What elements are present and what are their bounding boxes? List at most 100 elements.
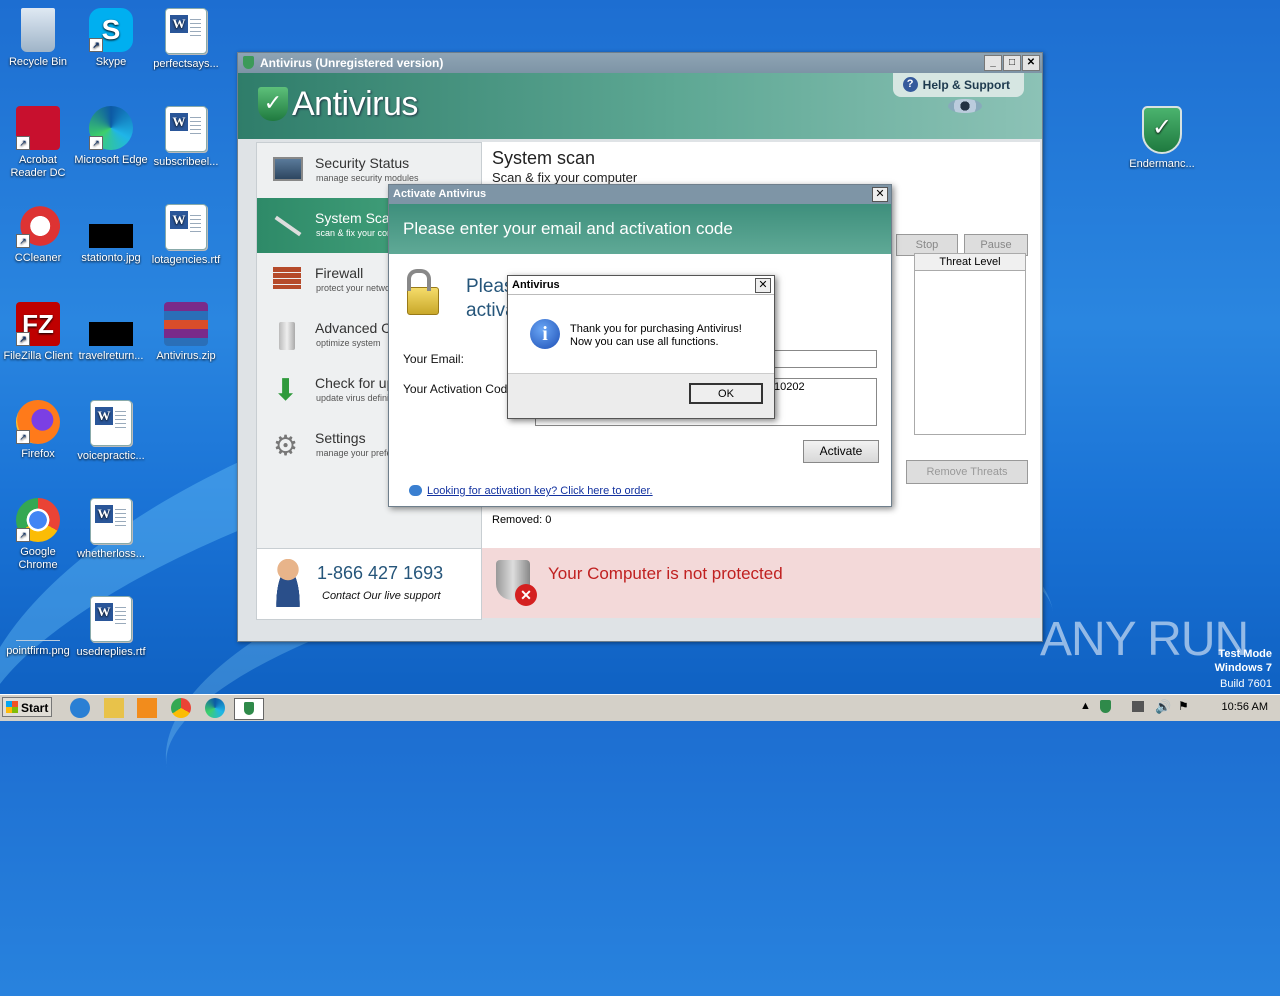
help-icon: ? — [902, 77, 918, 92]
panel-subtitle: Scan & fix your computer — [492, 170, 638, 185]
dialog-title: Activate Antivirus — [393, 188, 487, 200]
shield-check-icon: ✓ — [258, 87, 288, 121]
order-key-link[interactable]: Looking for activation key? Click here t… — [427, 485, 653, 497]
removed-count: Removed: 0 — [492, 514, 552, 526]
chrome-icon: ↗ — [16, 498, 60, 542]
help-support-button[interactable]: ? Help & Support — [892, 73, 1024, 97]
firefox-icon: ↗ — [16, 400, 60, 444]
close-button[interactable]: ✕ — [1022, 55, 1040, 71]
taskbar-clock[interactable]: 10:56 AM — [1222, 701, 1268, 713]
app-banner: ✓ Antivirus ? Help & Support — [238, 73, 1042, 139]
message-close-button[interactable]: ✕ — [755, 278, 771, 293]
desktop-icon-voicepractic[interactable]: voicepractic... — [73, 400, 149, 463]
start-button[interactable]: Start — [2, 697, 52, 717]
threat-list[interactable]: Threat Level — [914, 253, 1026, 435]
activation-code-value: 10202 — [774, 381, 805, 393]
remove-threats-label: Remove Threats — [926, 466, 1008, 478]
syringe-icon — [274, 215, 302, 237]
email-label: Your Email: — [403, 352, 464, 366]
desktop-icon-endermanch[interactable]: ✓ Endermanc... — [1122, 106, 1202, 171]
tray-volume-icon[interactable]: 🔊 — [1155, 699, 1171, 715]
dialog-titlebar[interactable]: Activate Antivirus ✕ — [389, 185, 891, 204]
image-file-icon — [89, 322, 133, 346]
message-text: Thank you for purchasing Antivirus! Now … — [570, 323, 742, 348]
column-threat-level[interactable]: Threat Level — [915, 254, 1025, 271]
desktop-icon-edge[interactable]: ↗ Microsoft Edge — [73, 106, 149, 167]
windows-logo-icon — [6, 701, 18, 713]
shield-icon — [243, 56, 254, 69]
test-mode-label: Test Mode — [1218, 648, 1272, 660]
purchase-message-box: Antivirus ✕ i Thank you for purchasing A… — [507, 275, 775, 419]
message-titlebar[interactable]: Antivirus ✕ — [508, 276, 774, 295]
remove-threats-button[interactable]: Remove Threats — [906, 460, 1028, 484]
anyrun-watermark: ANY RUN — [1040, 613, 1249, 666]
word-document-icon — [90, 498, 132, 544]
desktop-icon-perfectsays[interactable]: perfectsays... — [148, 8, 224, 71]
app-brand: Antivirus — [292, 85, 418, 123]
filezilla-icon: FZ ↗ — [16, 302, 60, 346]
support-panel: 1-866 427 1693 Contact Our live support — [256, 548, 482, 620]
ccleaner-icon: ↗ — [16, 204, 60, 248]
error-x-icon: ✕ — [515, 584, 537, 606]
recycle-bin-icon — [21, 8, 55, 52]
eye-graphic — [948, 99, 982, 113]
word-document-icon — [90, 400, 132, 446]
desktop-icon-usedreplies[interactable]: usedreplies.rtf — [73, 596, 149, 659]
brick-wall-icon — [273, 267, 301, 289]
gear-icon: ⚙ — [273, 430, 299, 461]
desktop-icon-filezilla[interactable]: FZ ↗ FileZilla Client — [0, 302, 76, 363]
desktop-icon-whetherloss[interactable]: whetherloss... — [73, 498, 149, 561]
desktop-icon-recycle-bin[interactable]: Recycle Bin — [0, 8, 76, 69]
activate-button[interactable]: Activate — [803, 440, 879, 463]
desktop-icon-subscribeel[interactable]: subscribeel... — [148, 106, 224, 169]
panel-title: System scan — [492, 148, 596, 168]
chat-icon — [409, 485, 422, 496]
word-document-icon — [165, 8, 207, 54]
maximize-button[interactable]: □ — [1003, 55, 1021, 71]
desktop-icon-chrome[interactable]: ↗ Google Chrome — [0, 498, 76, 572]
monitor-icon — [273, 157, 303, 181]
help-label: Help & Support — [922, 78, 1010, 92]
edge-icon: ↗ — [89, 106, 133, 150]
chrome-taskbar-icon[interactable] — [171, 698, 191, 718]
word-document-icon — [165, 204, 207, 250]
explorer-taskbar-icon[interactable] — [104, 698, 124, 718]
shield-check-icon: ✓ — [1142, 106, 1182, 154]
message-body: i Thank you for purchasing Antivirus! No… — [508, 295, 774, 374]
padlock-icon — [407, 287, 439, 315]
tray-up-arrow-icon[interactable]: ▲ — [1080, 700, 1091, 712]
antivirus-taskbar-button[interactable] — [234, 698, 264, 720]
desktop-icon-lotagencies[interactable]: lotagencies.rtf — [148, 204, 224, 267]
ok-button[interactable]: OK — [689, 383, 763, 404]
down-arrow-icon: ⬇ — [273, 374, 299, 407]
tray-network-icon[interactable] — [1132, 701, 1144, 712]
window-title: Antivirus (Unregistered version) — [260, 56, 444, 70]
media-player-taskbar-icon[interactable] — [137, 698, 157, 718]
message-title: Antivirus — [512, 279, 560, 291]
desktop-icon-antivirus-zip[interactable]: Antivirus.zip — [148, 302, 224, 363]
activation-code-label: Your Activation Code: — [403, 382, 518, 396]
image-file-icon — [16, 596, 60, 641]
trash-can-icon — [279, 322, 295, 350]
desktop-icon-ccleaner[interactable]: ↗ CCleaner — [0, 204, 76, 265]
acrobat-icon: ↗ — [16, 106, 60, 150]
window-titlebar[interactable]: Antivirus (Unregistered version) _ □ ✕ — [238, 53, 1042, 73]
desktop-icon-acrobat[interactable]: ↗ Acrobat Reader DC — [0, 106, 76, 180]
tray-flag-icon[interactable]: ⚑ — [1178, 699, 1189, 713]
desktop-icon-pointfirm[interactable]: pointfirm.png — [0, 596, 76, 658]
desktop-icon-stationto[interactable]: stationto.jpg — [73, 204, 149, 265]
word-document-icon — [165, 106, 207, 152]
desktop-icon-travelreturn[interactable]: travelreturn... — [73, 302, 149, 363]
desktop-icon-skype[interactable]: S ↗ Skype — [73, 8, 149, 69]
shield-icon — [244, 702, 254, 715]
info-icon: i — [530, 319, 560, 349]
ie-taskbar-icon[interactable] — [70, 698, 90, 718]
minimize-button[interactable]: _ — [984, 55, 1002, 71]
tray-shield-icon[interactable] — [1100, 700, 1111, 713]
support-agent-icon — [273, 559, 303, 607]
edge-taskbar-icon[interactable] — [205, 698, 225, 718]
desktop-icon-firefox[interactable]: ↗ Firefox — [0, 400, 76, 461]
support-contact: Contact Our live support — [322, 590, 441, 602]
dialog-close-button[interactable]: ✕ — [872, 187, 888, 202]
build-label: Build 7601 — [1220, 678, 1272, 690]
